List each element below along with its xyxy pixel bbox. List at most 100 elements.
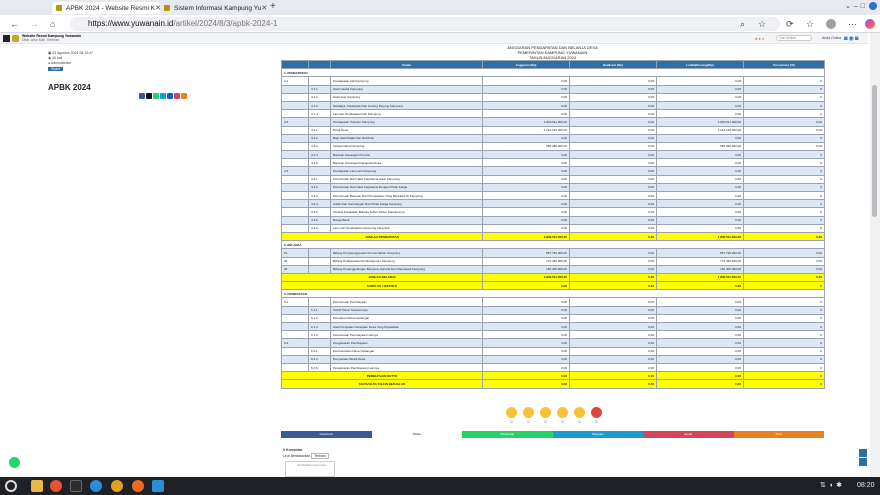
search-icon[interactable]: ⌕	[740, 18, 745, 30]
favorites-icon[interactable]: ☆	[806, 18, 814, 30]
table-cell: 1.144.145.000,00	[656, 125, 744, 135]
table-row: 4.3.9. Lain-Lain Pendapatan Kampung Yang …	[281, 223, 825, 233]
comment-input[interactable]: Tambahkan komentar...	[285, 461, 335, 477]
linkedin-icon[interactable]	[167, 93, 173, 99]
menu-icon[interactable]: ⋯	[848, 18, 857, 30]
reaction-button[interactable]: 0	[556, 407, 569, 424]
table-cell: 0,00	[482, 379, 570, 389]
table-cell: 0,00	[569, 256, 657, 266]
column-header: Lebih/(Kurang)(Rp)	[656, 59, 744, 70]
table-row: 4.2.1. Dana Desa 1.144.145.000,00 0,00 1.144…	[281, 125, 825, 135]
app-icon[interactable]	[50, 480, 62, 492]
tab-sistem-informasi-label: Sistem Informasi Kampung Yu	[174, 4, 262, 12]
forward-icon[interactable]: →	[30, 18, 39, 30]
edge-browser-icon[interactable]	[90, 480, 102, 492]
table-cell: 0	[743, 190, 825, 201]
new-tab-button[interactable]: +	[270, 1, 276, 12]
table-cell	[281, 190, 309, 201]
tray-icons[interactable]: ⇅◖✱	[820, 481, 845, 489]
share-bar-button[interactable]: WhatsApp	[462, 431, 553, 438]
table-row: 1. PENDAPATAN	[281, 68, 825, 78]
table-cell: 0	[743, 150, 825, 160]
window-controls[interactable]: ⌄–□	[845, 2, 868, 10]
table-cell: 0	[743, 281, 825, 291]
total-label: SURPLUS / (DEFISIT)	[281, 281, 483, 291]
accessibility-icons[interactable]: ◙◉◙	[844, 35, 859, 42]
browser-tabbar: APBK 2024 - Website Resmi K ✕ Sistem Inf…	[0, 0, 880, 15]
whatsapp-icon[interactable]	[153, 93, 159, 99]
terminal-icon[interactable]	[70, 480, 82, 492]
chrome-icon[interactable]	[111, 480, 123, 492]
print-icon[interactable]	[181, 93, 187, 99]
table-cell: 0,00	[569, 117, 657, 127]
reaction-button[interactable]: 0	[522, 407, 535, 424]
table-cell: 0	[743, 174, 825, 184]
files-icon[interactable]	[31, 480, 43, 492]
bookmark-star-icon[interactable]: ☆	[758, 18, 766, 30]
table-cell	[281, 109, 309, 119]
reaction-button[interactable]: 0	[539, 407, 552, 424]
table-cell: Dana Desa	[330, 125, 483, 135]
share-bar-button[interactable]: Twitter	[371, 431, 462, 438]
reaction-button[interactable]: 0	[573, 407, 586, 424]
table-cell: Bantuan Keuangan Provinsi	[330, 150, 483, 160]
tab-sistem-informasi[interactable]: Sistem Informasi Kampung Yu ✕	[160, 2, 268, 14]
table-cell: 1.800.511.000,00	[656, 117, 744, 127]
copilot-icon[interactable]	[865, 19, 875, 29]
home-icon[interactable]: ⌂	[50, 18, 55, 30]
table-cell	[281, 158, 309, 168]
whatsapp-float-icon[interactable]	[9, 457, 20, 468]
table-cell	[281, 362, 309, 373]
extensions-icon[interactable]: ⟳	[786, 18, 794, 30]
table-cell: 0	[743, 109, 825, 119]
table-cell: 4.1.2.	[308, 92, 331, 102]
close-tab-icon[interactable]: ✕	[261, 4, 267, 12]
share-bar-button[interactable]: Telegram	[552, 431, 643, 438]
telegram-icon[interactable]	[160, 93, 166, 99]
share-bar-button[interactable]: Print	[733, 431, 824, 438]
page-scrollbar[interactable]	[870, 33, 880, 477]
sort-select[interactable]: Terbaru	[311, 453, 330, 459]
table-cell: 0	[743, 223, 825, 233]
scroll-down-icon[interactable]	[859, 458, 867, 466]
table-cell: 0,00	[482, 371, 570, 381]
site-menu-icon[interactable]	[3, 35, 10, 42]
table-cell: 0,00	[743, 231, 825, 242]
share-button[interactable]: Share	[48, 67, 64, 71]
tab-apbk[interactable]: APBK 2024 - Website Resmi K ✕	[52, 2, 160, 14]
start-menu-icon[interactable]	[5, 480, 17, 492]
facebook-icon[interactable]	[139, 93, 145, 99]
profile-avatar[interactable]	[826, 19, 836, 29]
table-cell: 0,00	[656, 321, 744, 332]
site-search-input[interactable]: Cari Artikel	[776, 35, 812, 41]
column-header: Persentase (%)	[743, 59, 825, 70]
total-label: SILPA/SILPA TAHUN BERJALAN	[281, 379, 483, 389]
table-cell: 0,00	[656, 150, 744, 160]
vscode-icon[interactable]	[152, 480, 164, 492]
site-favicon-icon	[164, 5, 170, 11]
table-cell: 0,00	[569, 207, 657, 217]
online-status: Anda Online	[822, 36, 842, 40]
share-bar-button[interactable]: Email	[643, 431, 734, 438]
table-cell	[308, 248, 331, 258]
table-cell: 0	[743, 313, 825, 324]
table-cell	[281, 215, 309, 225]
table-row: 05 Bidang Penanggulangan Bencana, Darurat…	[281, 264, 825, 274]
x-icon[interactable]	[146, 93, 152, 99]
reaction-button[interactable]: 0	[590, 407, 603, 424]
url-host: https://www.yuwanain.id	[88, 19, 174, 28]
scrollbar-thumb[interactable]	[872, 85, 877, 217]
table-cell: 0,00	[656, 109, 744, 119]
back-icon[interactable]: ←	[10, 18, 19, 30]
email-icon[interactable]	[174, 93, 180, 99]
reaction-button[interactable]: 0	[505, 407, 518, 424]
table-cell: 0,00	[569, 174, 657, 184]
scroll-up-icon[interactable]	[859, 449, 867, 457]
address-bar[interactable]: https://www.yuwanain.id/artikel/2024/8/3…	[70, 17, 780, 31]
firefox-icon[interactable]	[132, 480, 144, 492]
share-bar-button[interactable]: Facebook	[281, 431, 372, 438]
close-window-icon[interactable]	[869, 2, 877, 10]
table-cell: Pendapatan Asli Kampung	[330, 76, 483, 86]
table-cell	[308, 117, 331, 127]
table-cell: 0,00	[656, 362, 744, 373]
